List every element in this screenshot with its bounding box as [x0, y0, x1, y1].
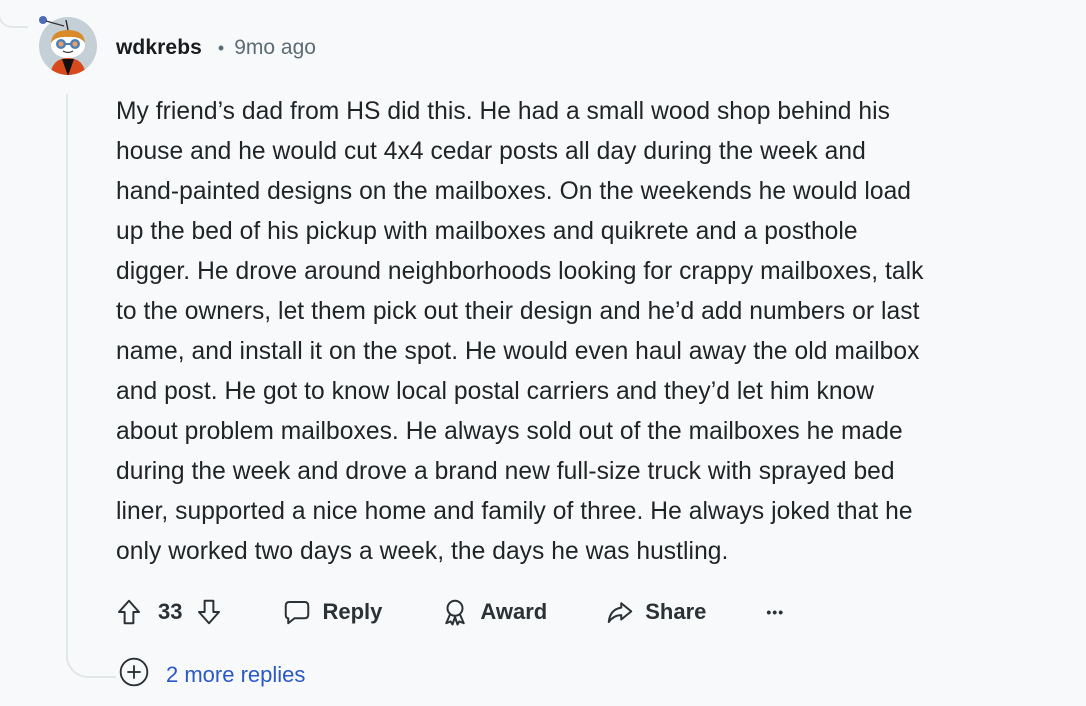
comment-header: wdkrebs • 9mo ago: [116, 33, 316, 63]
share-button[interactable]: Share: [605, 597, 706, 627]
thread-line[interactable]: [66, 94, 68, 644]
vote-group: 33: [114, 597, 224, 627]
comment-author[interactable]: wdkrebs: [116, 36, 202, 60]
expand-plus-icon: [118, 656, 150, 694]
snoo-avatar-icon[interactable]: [36, 12, 100, 76]
more-options-button[interactable]: •••: [766, 604, 784, 620]
vote-count: 33: [158, 599, 183, 624]
reply-button[interactable]: Reply: [282, 597, 382, 627]
share-icon: [605, 597, 635, 627]
comment-body: My friend’s dad from HS did this. He had…: [116, 98, 924, 565]
downvote-icon[interactable]: [194, 597, 224, 627]
comment-action-bar: 33 Reply Award Share •••: [114, 590, 784, 634]
upvote-icon[interactable]: [114, 597, 144, 627]
thread-line-parent: [0, 0, 28, 28]
reply-label: Reply: [322, 599, 383, 624]
more-options-icon: •••: [766, 604, 785, 620]
more-replies-label: 2 more replies: [166, 662, 306, 687]
award-icon: [440, 597, 470, 627]
share-label: Share: [645, 599, 707, 624]
more-replies-link[interactable]: 2 more replies: [118, 657, 305, 693]
comment-icon: [282, 597, 312, 627]
comment-timestamp[interactable]: 9mo ago: [234, 36, 316, 60]
meta-separator: •: [217, 37, 225, 58]
award-button[interactable]: Award: [440, 597, 547, 627]
award-label: Award: [480, 599, 548, 624]
thread-connector: [66, 620, 116, 678]
